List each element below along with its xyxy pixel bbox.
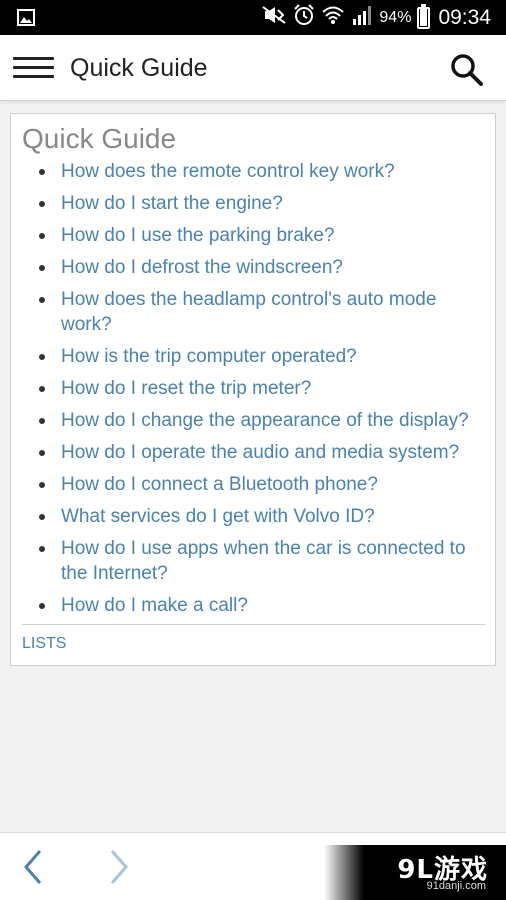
back-arrow-icon[interactable] bbox=[18, 847, 50, 887]
guide-link-text[interactable]: How does the headlamp control's auto mod… bbox=[61, 289, 436, 335]
guide-link-text[interactable]: How does the remote control key work? bbox=[61, 161, 395, 182]
guide-list-item[interactable]: How does the headlamp control's auto mod… bbox=[11, 287, 497, 337]
bullet-icon bbox=[39, 201, 45, 207]
page-title: Quick Guide bbox=[70, 54, 208, 82]
bullet-icon bbox=[39, 482, 45, 488]
guide-link-text[interactable]: How do I change the appearance of the di… bbox=[61, 410, 469, 431]
bullet-icon bbox=[39, 233, 45, 239]
guide-list-item[interactable]: How do I start the engine? bbox=[11, 191, 497, 216]
guide-list-item[interactable]: How do I use the parking brake? bbox=[11, 223, 497, 248]
watermark: 9L游戏 91danji.com bbox=[324, 845, 506, 900]
bullet-icon bbox=[39, 418, 45, 424]
guide-list-item[interactable]: How do I defrost the windscreen? bbox=[11, 255, 497, 280]
bottom-nav-bar: 9L游戏 91danji.com bbox=[0, 832, 506, 900]
guide-list-item[interactable]: How do I use apps when the car is connec… bbox=[11, 536, 497, 586]
guide-link-text[interactable]: How do I make a call? bbox=[61, 595, 248, 616]
bullet-icon bbox=[39, 354, 45, 360]
guide-list-item[interactable]: How do I connect a Bluetooth phone? bbox=[11, 472, 497, 497]
app-bar: Quick Guide bbox=[0, 35, 506, 101]
guide-link-text[interactable]: How do I use the parking brake? bbox=[61, 225, 335, 246]
guide-link-text[interactable]: How do I operate the audio and media sys… bbox=[61, 442, 459, 463]
guide-list-item[interactable]: How do I operate the audio and media sys… bbox=[11, 440, 497, 465]
bullet-icon bbox=[39, 546, 45, 552]
guide-list-item[interactable]: How does the remote control key work? bbox=[11, 159, 497, 184]
quick-guide-card: Quick Guide How does the remote control … bbox=[10, 113, 496, 666]
bullet-icon bbox=[39, 297, 45, 303]
bullet-icon bbox=[39, 450, 45, 456]
mute-icon bbox=[261, 5, 287, 30]
guide-link-text[interactable]: How is the trip computer operated? bbox=[61, 346, 357, 367]
hamburger-menu-icon[interactable] bbox=[13, 57, 54, 79]
card-title: Quick Guide bbox=[22, 123, 177, 154]
guide-list-item[interactable]: How is the trip computer operated? bbox=[11, 344, 497, 369]
bullet-icon bbox=[39, 386, 45, 392]
guide-link-text[interactable]: How do I use apps when the car is connec… bbox=[61, 538, 466, 584]
guide-list-item[interactable]: What services do I get with Volvo ID? bbox=[11, 504, 497, 529]
guide-link-text[interactable]: How do I start the engine? bbox=[61, 193, 283, 214]
signal-icon bbox=[351, 4, 373, 31]
guide-link-text[interactable]: What services do I get with Volvo ID? bbox=[61, 506, 375, 527]
bullet-icon bbox=[39, 603, 45, 609]
guide-list-item[interactable]: How do I make a call? bbox=[11, 593, 497, 618]
wifi-icon bbox=[321, 5, 345, 30]
bullet-icon bbox=[39, 265, 45, 271]
lists-link[interactable]: LISTS bbox=[22, 635, 66, 653]
image-icon bbox=[17, 9, 35, 31]
guide-link-text[interactable]: How do I defrost the windscreen? bbox=[61, 257, 343, 278]
bullet-icon bbox=[39, 169, 45, 175]
guide-link-text[interactable]: How do I connect a Bluetooth phone? bbox=[61, 474, 378, 495]
guide-list-item[interactable]: How do I change the appearance of the di… bbox=[11, 408, 497, 433]
watermark-url: 91danji.com bbox=[426, 880, 486, 892]
clock: 09:34 bbox=[438, 5, 491, 29]
divider bbox=[22, 624, 485, 625]
status-bar: 94% 09:34 bbox=[0, 0, 506, 35]
search-icon[interactable] bbox=[449, 52, 485, 88]
battery-percent: 94% bbox=[379, 8, 412, 26]
guide-list: How does the remote control key work? How… bbox=[11, 159, 497, 625]
battery-icon bbox=[417, 3, 431, 29]
guide-list-item[interactable]: How do I reset the trip meter? bbox=[11, 376, 497, 401]
forward-arrow-icon[interactable] bbox=[102, 847, 134, 887]
alarm-icon bbox=[293, 4, 315, 31]
guide-link-text[interactable]: How do I reset the trip meter? bbox=[61, 378, 311, 399]
bullet-icon bbox=[39, 514, 45, 520]
